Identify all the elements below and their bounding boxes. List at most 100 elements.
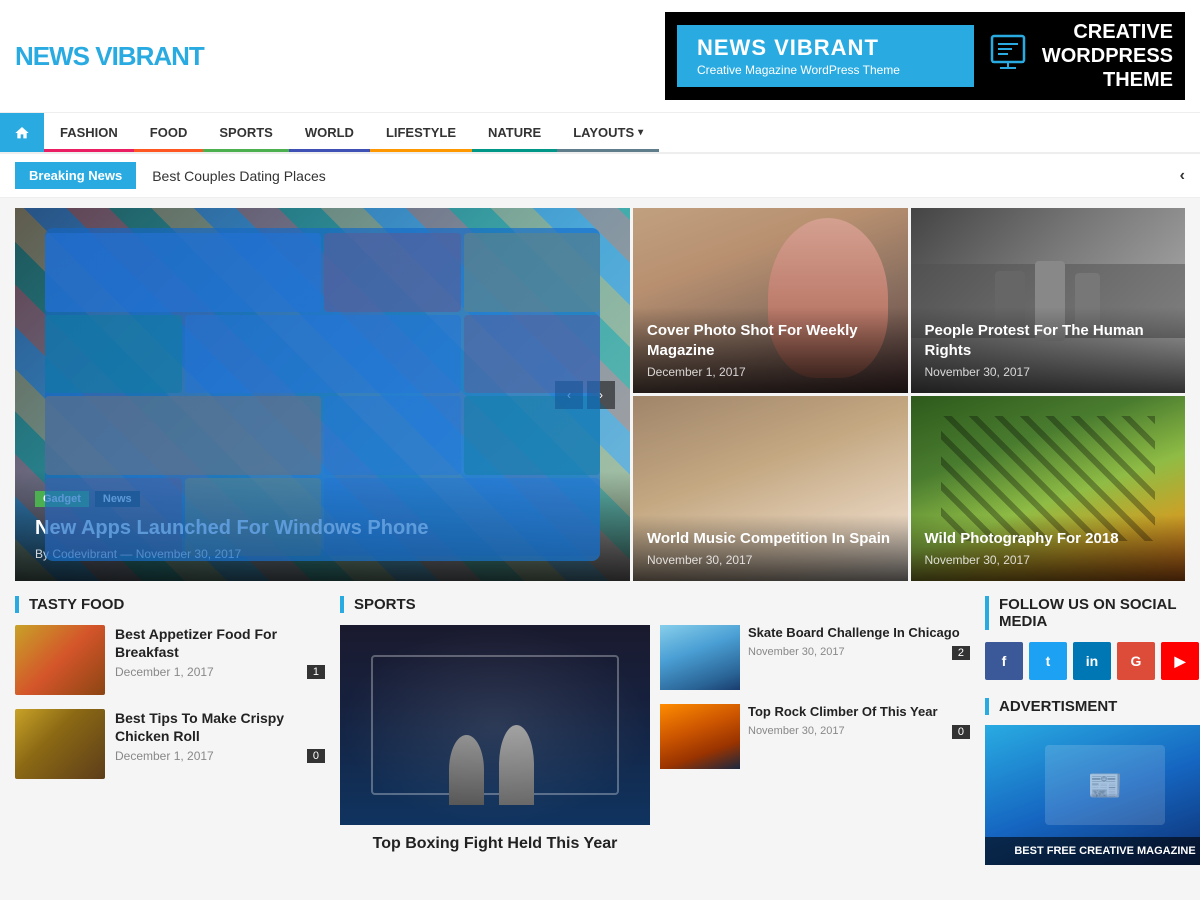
nav-nature-label: NATURE [488, 125, 541, 140]
social-icons-group: f t in G ▶ [985, 642, 1200, 680]
advertisement-box[interactable]: 📰 BEST FREE CREATIVE MAGAZINE [985, 725, 1200, 865]
main-content: ‹ › Gadget News New Apps Launched For Wi… [0, 198, 1200, 890]
featured-card-tiger[interactable]: Wild Photography For 2018 November 30, 2… [911, 396, 1186, 581]
header-advertisement: NEWS VIBRANT Creative Magazine WordPress… [665, 12, 1185, 100]
nav-lifestyle-label: LIFESTYLE [386, 125, 456, 140]
slider-next-btn[interactable]: › [587, 381, 615, 409]
sports-climber-item: Top Rock Climber Of This Year November 3… [660, 704, 970, 769]
food-count-0: 1 [307, 665, 325, 679]
logo-news: NEWS [15, 41, 89, 71]
breaking-news-label: Breaking News [15, 162, 136, 189]
food-item-0: Best Appetizer Food For Breakfast Decemb… [15, 625, 325, 695]
food-thumb-chicken[interactable] [15, 709, 105, 779]
nav-item-layouts[interactable]: LAYOUTS [557, 113, 659, 152]
card-protest-title: People Protest For The Human Rights [925, 321, 1172, 360]
sports-skate-count: 2 [952, 646, 970, 660]
tag-gadget[interactable]: Gadget [35, 491, 89, 507]
food-date-1: December 1, 2017 0 [115, 749, 325, 763]
sports-skate-thumb[interactable] [660, 625, 740, 690]
nav-food-label: FOOD [150, 125, 188, 140]
food-item-1: Best Tips To Make Crispy Chicken Roll De… [15, 709, 325, 779]
nav-item-food[interactable]: FOOD [134, 113, 204, 152]
nav-sports-label: SPORTS [219, 125, 272, 140]
featured-card-protest[interactable]: People Protest For The Human Rights Nove… [911, 208, 1186, 393]
sports-skate-date: November 30, 2017 2 [748, 646, 970, 658]
card-makeup-date: December 1, 2017 [647, 365, 894, 379]
ad-right-line2: WORDPRESS [1042, 44, 1173, 68]
tasty-food-title: TASTY FOOD [15, 596, 325, 613]
food-info-1: Best Tips To Make Crispy Chicken Roll De… [115, 709, 325, 763]
sports-side-column: Skate Board Challenge In Chicago Novembe… [660, 625, 970, 853]
ad-right-line3: THEME [1042, 68, 1173, 92]
breaking-news-text: Best Couples Dating Places [152, 168, 1163, 184]
nav-layouts-label: LAYOUTS [573, 125, 634, 140]
advertisement-text: BEST FREE CREATIVE MAGAZINE [985, 837, 1200, 865]
featured-main-overlay: Gadget News New Apps Launched For Window… [15, 471, 630, 581]
twitter-button[interactable]: t [1029, 642, 1067, 680]
slider-buttons: ‹ › [555, 381, 615, 409]
sports-boxing-title[interactable]: Top Boxing Fight Held This Year [340, 835, 650, 853]
featured-grid: ‹ › Gadget News New Apps Launched For Wi… [15, 208, 1185, 581]
ad-subtitle: Creative Magazine WordPress Theme [697, 63, 954, 77]
breaking-news-bar: Breaking News Best Couples Dating Places… [0, 154, 1200, 198]
facebook-button[interactable]: f [985, 642, 1023, 680]
card-tiger-title: Wild Photography For 2018 [925, 529, 1172, 549]
sports-content: Top Boxing Fight Held This Year Skate Bo… [340, 625, 970, 853]
featured-main-meta: By Codevibrant — November 30, 2017 [35, 547, 610, 561]
sports-skate-title[interactable]: Skate Board Challenge In Chicago [748, 625, 970, 642]
tasty-food-section: TASTY FOOD Best Appetizer Food For Break… [15, 596, 325, 865]
nav-fashion-label: FASHION [60, 125, 118, 140]
logo-vibrant: VIBRANT [95, 41, 204, 71]
sports-title: SPORTS [340, 596, 970, 613]
linkedin-button[interactable]: in [1073, 642, 1111, 680]
sports-skate-info: Skate Board Challenge In Chicago Novembe… [748, 625, 970, 690]
featured-main-card[interactable]: ‹ › Gadget News New Apps Launched For Wi… [15, 208, 630, 581]
youtube-button[interactable]: ▶ [1161, 642, 1199, 680]
googleplus-button[interactable]: G [1117, 642, 1155, 680]
card-tiger-overlay: Wild Photography For 2018 November 30, 2… [911, 515, 1186, 582]
ad-right-text: CREATIVE WORDPRESS THEME [1042, 20, 1173, 92]
food-title-1[interactable]: Best Tips To Make Crispy Chicken Roll [115, 709, 325, 745]
nav-item-world[interactable]: WORLD [289, 113, 370, 152]
featured-separator: — [120, 547, 135, 561]
card-violin-title: World Music Competition In Spain [647, 529, 894, 549]
food-info-0: Best Appetizer Food For Breakfast Decemb… [115, 625, 325, 679]
sports-climber-count: 0 [952, 725, 970, 739]
social-section: FOLLOW US ON SOCIAL MEDIA f t in G ▶ ADV… [985, 596, 1200, 865]
featured-main-title[interactable]: New Apps Launched For Windows Phone [35, 515, 610, 541]
header-ad-blue: NEWS VIBRANT Creative Magazine WordPress… [677, 25, 974, 87]
food-title-0[interactable]: Best Appetizer Food For Breakfast [115, 625, 325, 661]
nav-home-button[interactable] [0, 113, 44, 152]
food-date-0: December 1, 2017 1 [115, 665, 325, 679]
featured-author: By Codevibrant [35, 547, 117, 561]
ad-title: NEWS VIBRANT [697, 35, 954, 61]
featured-tags: Gadget News [35, 491, 610, 507]
featured-card-makeup[interactable]: Cover Photo Shot For Weekly Magazine Dec… [633, 208, 908, 393]
nav-item-sports[interactable]: SPORTS [203, 113, 288, 152]
breaking-news-prev[interactable]: ‹ [1180, 167, 1185, 185]
featured-card-violin[interactable]: World Music Competition In Spain Novembe… [633, 396, 908, 581]
sports-section: SPORTS Top Boxing Fight Held This Year [340, 596, 970, 865]
ad-icon [988, 32, 1028, 81]
nav-item-lifestyle[interactable]: LIFESTYLE [370, 113, 472, 152]
main-navigation: FASHION FOOD SPORTS WORLD LIFESTYLE NATU… [0, 113, 1200, 154]
food-thumb-appetizer[interactable] [15, 625, 105, 695]
social-follow-label: FOLLOW US ON SOCIAL MEDIA [985, 596, 1200, 630]
tag-news[interactable]: News [95, 491, 140, 507]
food-count-1: 0 [307, 749, 325, 763]
sports-climber-title[interactable]: Top Rock Climber Of This Year [748, 704, 970, 721]
nav-item-nature[interactable]: NATURE [472, 113, 557, 152]
slider-prev-btn[interactable]: ‹ [555, 381, 583, 409]
sports-climber-info: Top Rock Climber Of This Year November 3… [748, 704, 970, 769]
sports-climber-thumb[interactable] [660, 704, 740, 769]
sports-climber-date: November 30, 2017 0 [748, 725, 970, 737]
featured-date: November 30, 2017 [136, 547, 241, 561]
nav-item-fashion[interactable]: FASHION [44, 113, 134, 152]
sports-boxing-image[interactable] [340, 625, 650, 825]
card-makeup-title: Cover Photo Shot For Weekly Magazine [647, 321, 894, 360]
sports-main-area: Top Boxing Fight Held This Year [340, 625, 650, 853]
nav-world-label: WORLD [305, 125, 354, 140]
card-makeup-overlay: Cover Photo Shot For Weekly Magazine Dec… [633, 307, 908, 393]
site-logo[interactable]: NEWS VIBRANT [15, 41, 204, 72]
ad-right-line1: CREATIVE [1042, 20, 1173, 44]
